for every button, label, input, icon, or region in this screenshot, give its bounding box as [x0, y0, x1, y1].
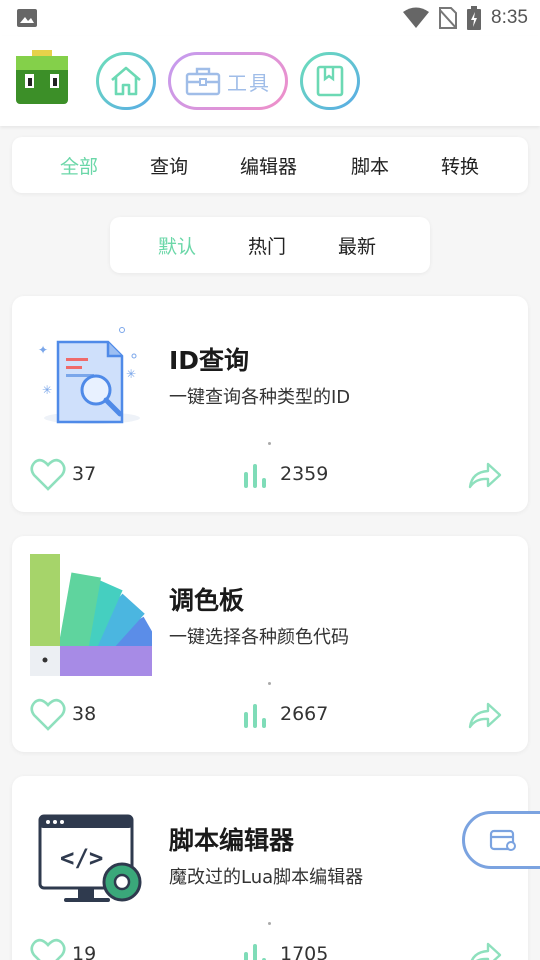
toolbox-icon — [185, 67, 221, 96]
wifi-icon — [403, 7, 430, 28]
tab-hot[interactable]: 热门 — [248, 217, 286, 273]
share-arrow-icon[interactable] — [468, 940, 502, 960]
bookmark-book-icon — [316, 65, 344, 97]
battery-charging-icon — [467, 6, 482, 30]
home-icon — [111, 66, 141, 96]
heart-icon[interactable] — [30, 458, 66, 492]
nav-tools-label: 工具 — [227, 70, 271, 95]
svg-text:</>: </> — [60, 844, 103, 872]
floating-wallet-button[interactable] — [462, 811, 540, 869]
tool-card-id-query[interactable]: ✦ ✳ ✳ ID查询 一键查询各种类型的ID 37 2359 — [12, 296, 528, 512]
card-description: 一键选择各种颜色代码 — [169, 627, 349, 648]
card-description: 一键查询各种类型的ID — [169, 387, 351, 408]
like-count: 19 — [72, 943, 97, 960]
svg-text:✳: ✳ — [126, 367, 136, 381]
tab-editor[interactable]: 编辑器 — [240, 137, 297, 193]
tab-query[interactable]: 查询 — [150, 137, 188, 193]
no-sim-icon — [439, 7, 458, 29]
tab-default[interactable]: 默认 — [158, 217, 196, 273]
view-count: 2359 — [280, 463, 329, 485]
nav-home-button[interactable] — [96, 52, 156, 110]
status-time: 8:35 — [491, 7, 528, 28]
tab-newest[interactable]: 最新 — [338, 217, 376, 273]
bar-stats-icon — [244, 944, 266, 960]
nav-book-button[interactable] — [300, 52, 360, 110]
card-title: 脚本编辑器 — [169, 826, 295, 855]
bar-stats-icon — [244, 704, 266, 728]
card-description: 魔改过的Lua脚本编辑器 — [169, 867, 364, 888]
tab-convert[interactable]: 转换 — [441, 137, 479, 193]
app-header: 工具 — [0, 36, 540, 126]
code-editor-icon: </> — [38, 814, 142, 902]
svg-text:✳: ✳ — [42, 383, 52, 397]
card-title: 调色板 — [169, 586, 245, 615]
share-arrow-icon[interactable] — [468, 700, 502, 730]
view-count: 1705 — [280, 943, 329, 960]
tab-all[interactable]: 全部 — [60, 137, 98, 193]
view-count: 2667 — [280, 703, 329, 725]
share-arrow-icon[interactable] — [468, 460, 502, 490]
app-logo-icon[interactable] — [16, 50, 68, 104]
image-icon — [17, 9, 37, 27]
svg-text:✦: ✦ — [38, 343, 48, 357]
like-count: 38 — [72, 703, 97, 725]
card-title: ID查询 — [169, 346, 250, 375]
color-palette-icon — [30, 554, 152, 676]
document-search-icon: ✦ ✳ ✳ — [38, 327, 140, 424]
tool-card-script-editor[interactable]: </> 脚本编辑器 魔改过的Lua脚本编辑器 19 1705 — [12, 776, 528, 960]
sort-tabs: 默认 热门 最新 — [110, 217, 430, 273]
tab-script[interactable]: 脚本 — [351, 137, 389, 193]
divider-dot — [268, 682, 271, 685]
card-wallet-icon — [489, 829, 516, 851]
bar-stats-icon — [244, 464, 266, 488]
category-tabs: 全部 查询 编辑器 脚本 转换 — [12, 137, 528, 193]
tool-card-palette[interactable]: 调色板 一键选择各种颜色代码 38 2667 — [12, 536, 528, 752]
nav-tools-button[interactable]: 工具 — [168, 52, 288, 110]
heart-icon[interactable] — [30, 938, 66, 960]
heart-icon[interactable] — [30, 698, 66, 732]
divider-dot — [268, 442, 271, 445]
like-count: 37 — [72, 463, 97, 485]
status-bar: 8:35 — [0, 0, 540, 36]
divider-dot — [268, 922, 271, 925]
